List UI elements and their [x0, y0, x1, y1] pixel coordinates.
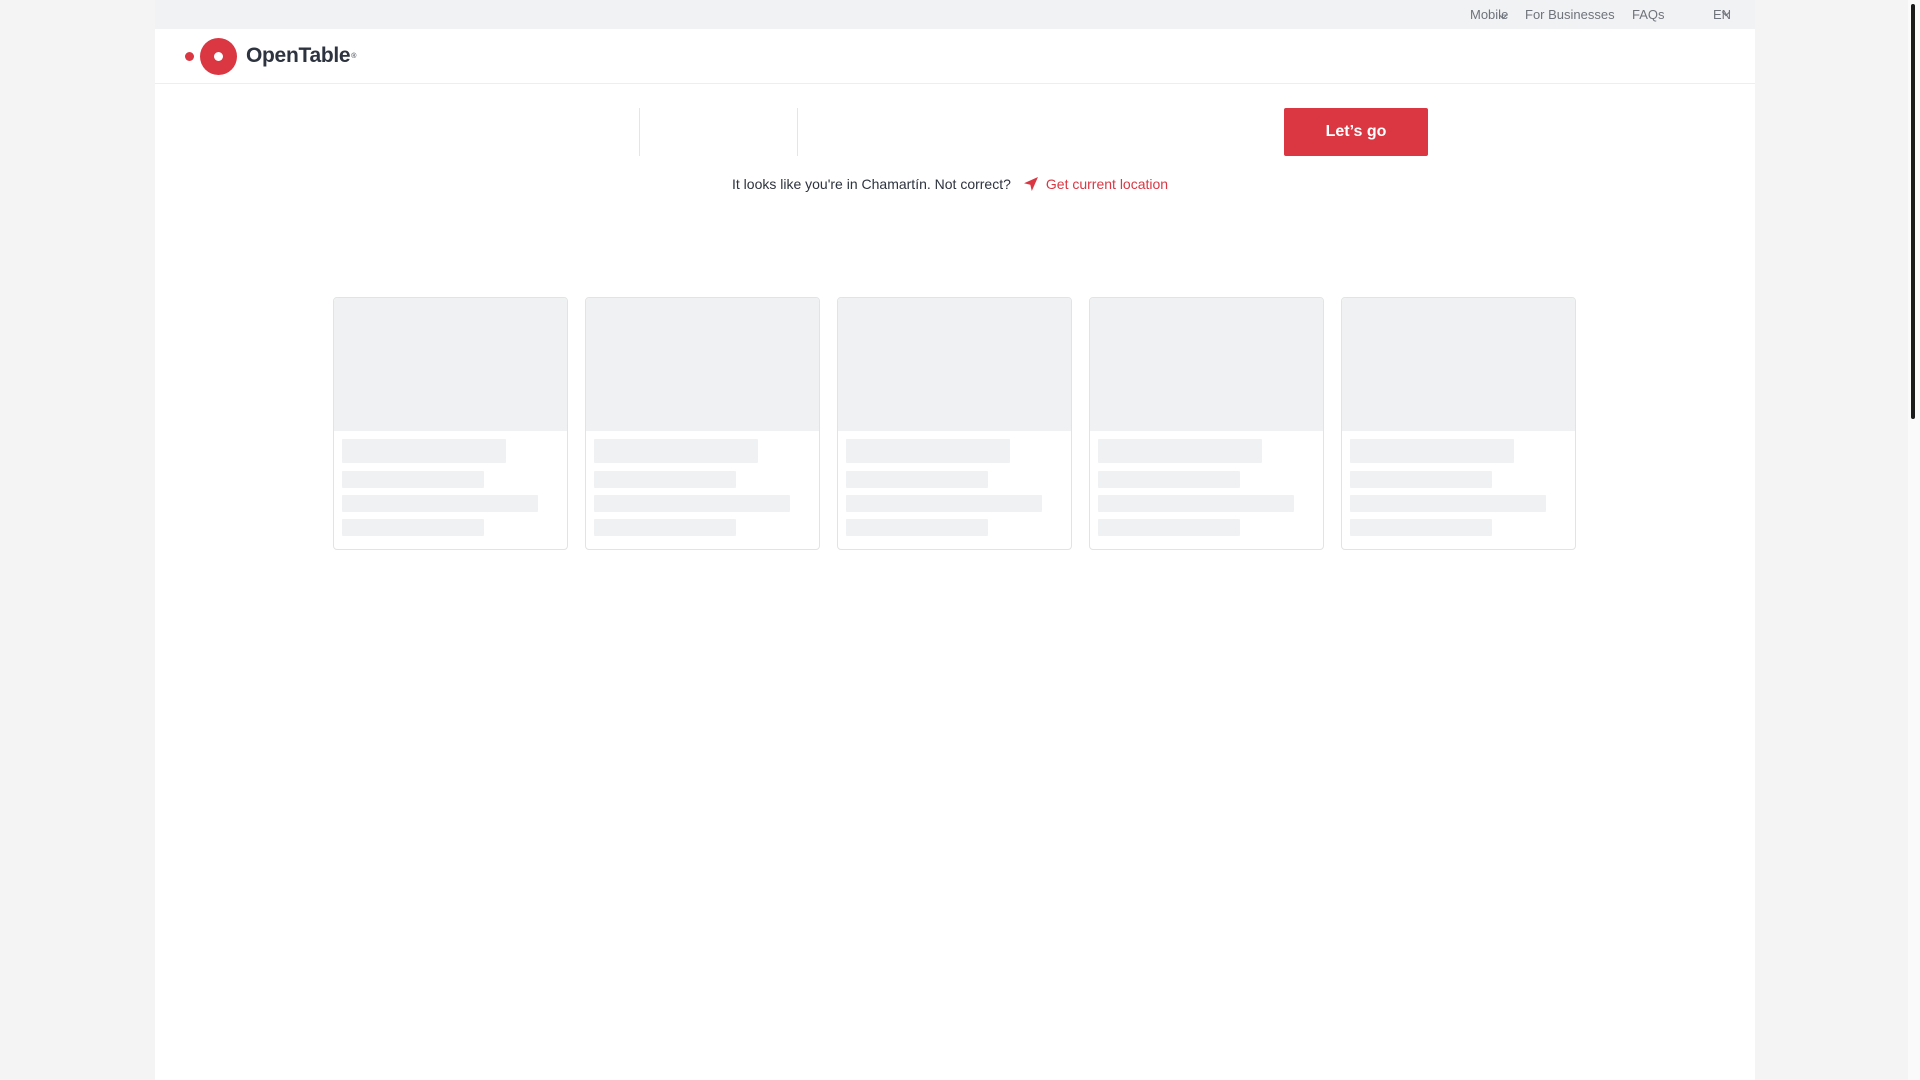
opentable-logo[interactable]: OpenTable ® — [185, 37, 356, 75]
card-line-placeholder — [1098, 495, 1294, 512]
card-line-placeholder — [594, 519, 736, 536]
card-line-placeholder — [1350, 471, 1492, 488]
logo-registered-mark: ® — [351, 52, 357, 60]
location-prompt-text: It looks like you're in Chamartín. Not c… — [732, 176, 1011, 192]
location-notice: It looks like you're in Chamartín. Not c… — [732, 176, 1168, 192]
search-field-divider — [639, 108, 640, 156]
search-field-divider — [797, 108, 798, 156]
navigation-arrow-icon[interactable] — [1023, 176, 1039, 192]
scrollbar-thumb[interactable] — [1911, 4, 1915, 419]
card-title-placeholder — [846, 439, 1010, 463]
utility-bar: Mobile For Businesses FAQs EN — [155, 0, 1755, 29]
card-image-placeholder — [1090, 298, 1323, 431]
lets-go-button[interactable]: Let’s go — [1284, 108, 1428, 156]
card-line-placeholder — [846, 495, 1042, 512]
for-businesses-link[interactable]: For Businesses — [1525, 7, 1615, 22]
loading-card — [585, 297, 820, 550]
page-frame: Mobile For Businesses FAQs EN OpenTable … — [155, 0, 1755, 1080]
card-line-placeholder — [846, 519, 988, 536]
card-line-placeholder — [594, 471, 736, 488]
card-image-placeholder — [334, 298, 567, 431]
vertical-scrollbar[interactable] — [1908, 0, 1920, 1080]
card-image-placeholder — [1342, 298, 1575, 431]
card-title-placeholder — [1350, 439, 1514, 463]
card-line-placeholder — [342, 495, 538, 512]
logo-small-dot-icon — [185, 51, 194, 61]
card-title-placeholder — [594, 439, 758, 463]
card-image-placeholder — [586, 298, 819, 431]
card-line-placeholder — [1350, 519, 1492, 536]
card-line-placeholder — [1098, 471, 1240, 488]
card-line-placeholder — [1350, 495, 1546, 512]
card-line-placeholder — [342, 519, 484, 536]
card-image-placeholder — [838, 298, 1071, 431]
loading-card — [333, 297, 568, 550]
loading-card — [837, 297, 1072, 550]
faqs-link[interactable]: FAQs — [1632, 7, 1665, 22]
opentable-logo-icon — [200, 37, 237, 75]
card-line-placeholder — [1098, 519, 1240, 536]
loading-card — [1341, 297, 1576, 550]
card-title-placeholder — [1098, 439, 1262, 463]
card-line-placeholder — [342, 471, 484, 488]
loading-card — [1089, 297, 1324, 550]
card-title-placeholder — [342, 439, 506, 463]
logo-wordmark: OpenTable — [246, 44, 351, 67]
card-line-placeholder — [594, 495, 790, 512]
card-line-placeholder — [846, 471, 988, 488]
get-current-location-link[interactable]: Get current location — [1046, 176, 1168, 192]
header: OpenTable ® — [155, 29, 1755, 84]
